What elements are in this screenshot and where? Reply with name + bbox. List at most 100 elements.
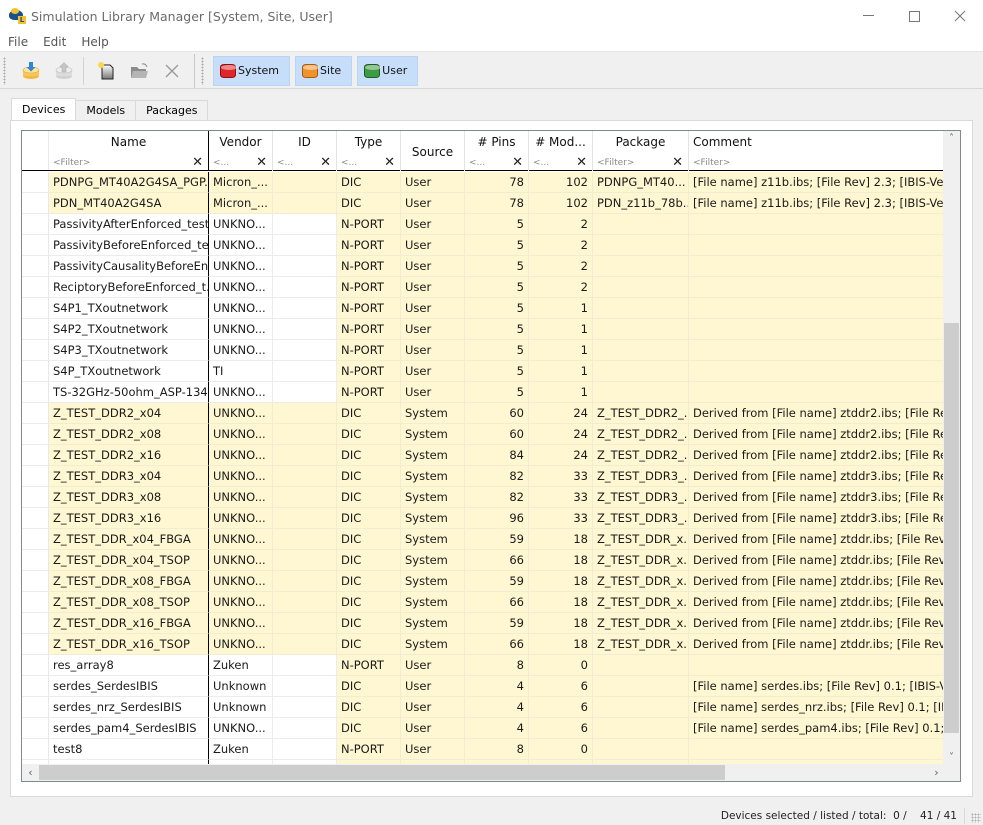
cell-source[interactable]: User <box>401 676 465 697</box>
table-row[interactable]: test8 Zuken N-PORT User 8 0 <box>22 739 960 760</box>
cell-comment[interactable] <box>689 298 944 319</box>
cell-type[interactable]: N-PORT <box>337 382 401 403</box>
table-row[interactable]: PassivityCausalityBeforeEn... UNKNO... N-P… <box>22 256 960 277</box>
cell-source[interactable]: User <box>401 298 465 319</box>
cell-id[interactable] <box>273 613 337 634</box>
cell-source[interactable]: User <box>401 340 465 361</box>
cell-type[interactable]: N-PORT <box>337 277 401 298</box>
cell-vendor[interactable]: UNKNO... <box>209 718 273 739</box>
cell-type[interactable]: DIC <box>337 445 401 466</box>
filter-input-models[interactable]: <... <box>533 158 549 168</box>
cell-vendor[interactable]: UNKNO... <box>209 592 273 613</box>
table-row[interactable]: serdes_pam4_SerdesIBIS UNKNO... DIC User 4 6 [… <box>22 718 960 739</box>
horizontal-scroll-thumb[interactable] <box>39 765 725 780</box>
tab-packages[interactable]: Packages <box>135 100 209 120</box>
menu-file[interactable]: File <box>0 35 35 49</box>
column-header-models[interactable]: # Mod... <... ✕ <box>529 131 593 171</box>
cell-comment[interactable] <box>689 361 944 382</box>
cell-pins[interactable]: 84 <box>465 445 529 466</box>
cell-vendor[interactable]: UNKNO... <box>209 571 273 592</box>
import-library-button[interactable] <box>16 56 46 86</box>
cell-models[interactable]: 24 <box>529 403 593 424</box>
cell-models[interactable]: 1 <box>529 319 593 340</box>
cell-vendor[interactable]: UNKNO... <box>209 382 273 403</box>
cell-comment[interactable]: [File name] serdes_pam4.ibs; [File Rev] … <box>689 718 944 739</box>
cell-pins[interactable]: 5 <box>465 277 529 298</box>
cell-name[interactable]: serdes_SerdesIBIS <box>49 676 209 697</box>
row-header[interactable] <box>22 718 49 739</box>
column-header-id[interactable]: ID <... ✕ <box>273 131 337 171</box>
library-system-button[interactable]: System <box>213 55 291 86</box>
cell-comment[interactable] <box>689 655 944 676</box>
cell-id[interactable] <box>273 718 337 739</box>
cell-source[interactable]: System <box>401 403 465 424</box>
clear-filter-icon[interactable]: ✕ <box>256 155 267 170</box>
cell-name[interactable]: TS-32GHz-50ohm_ASP-134... <box>49 382 209 403</box>
cell-source[interactable]: System <box>401 634 465 655</box>
table-row[interactable]: Z_TEST_DDR2_x04 UNKNO... DIC System 60 24 Z_TE… <box>22 403 960 424</box>
table-row[interactable]: Z_TEST_DDR2_x16 UNKNO... DIC System 84 24 Z_TE… <box>22 445 960 466</box>
table-row[interactable]: serdes_SerdesIBIS Unknown DIC User 4 6 [File n… <box>22 676 960 697</box>
cell-source[interactable]: System <box>401 592 465 613</box>
cell-source[interactable]: User <box>401 319 465 340</box>
cell-models[interactable]: 24 <box>529 445 593 466</box>
table-row[interactable]: TS-32GHz-50ohm_ASP-134... UNKNO... N-PORT U… <box>22 382 960 403</box>
column-header-comment[interactable]: Comment <Filter> <box>689 131 944 171</box>
cell-type[interactable]: DIC <box>337 718 401 739</box>
cell-type[interactable]: DIC <box>337 193 401 214</box>
cell-comment[interactable]: Derived from [File name] ztddr.ibs; [Fil… <box>689 571 944 592</box>
cell-pins[interactable]: 59 <box>465 571 529 592</box>
row-header[interactable] <box>22 445 49 466</box>
cell-name[interactable]: S4P1_TXoutnetwork <box>49 298 209 319</box>
cell-type[interactable]: DIC <box>337 592 401 613</box>
row-header[interactable] <box>22 382 49 403</box>
cell-pins[interactable]: 5 <box>465 382 529 403</box>
table-row[interactable]: ReciptoryBeforeEnforced_t... UNKNO... N-PO… <box>22 277 960 298</box>
cell-type[interactable]: DIC <box>337 634 401 655</box>
cell-vendor[interactable]: UNKNO... <box>209 529 273 550</box>
table-row[interactable]: Z_TEST_DDR3_x04 UNKNO... DIC System 82 33 Z_TE… <box>22 466 960 487</box>
cell-vendor[interactable]: Unknown <box>209 676 273 697</box>
cell-comment[interactable] <box>689 256 944 277</box>
cell-package[interactable] <box>593 697 689 718</box>
cell-type[interactable]: N-PORT <box>337 739 401 760</box>
cell-package[interactable]: Z_TEST_DDR3_... <box>593 487 689 508</box>
cell-type[interactable]: DIC <box>337 508 401 529</box>
cell-type[interactable]: N-PORT <box>337 235 401 256</box>
cell-pins[interactable]: 5 <box>465 235 529 256</box>
new-button[interactable] <box>91 56 121 86</box>
cell-pins[interactable]: 5 <box>465 361 529 382</box>
column-header-source[interactable]: Source <box>401 131 465 171</box>
cell-pins[interactable]: 5 <box>465 319 529 340</box>
table-row[interactable]: Z_TEST_DDR2_x08 UNKNO... DIC System 60 24 Z_TE… <box>22 424 960 445</box>
cell-type[interactable]: N-PORT <box>337 655 401 676</box>
cell-name[interactable]: Z_TEST_DDR_x04_FBGA <box>49 529 209 550</box>
cell-comment[interactable]: Derived from [File name] ztddr.ibs; [Fil… <box>689 529 944 550</box>
cell-models[interactable]: 18 <box>529 550 593 571</box>
cell-id[interactable] <box>273 487 337 508</box>
cell-package[interactable] <box>593 319 689 340</box>
column-header-name[interactable]: ^ Name <Filter> ✕ <box>49 131 209 171</box>
cell-models[interactable]: 1 <box>529 361 593 382</box>
cell-id[interactable] <box>273 256 337 277</box>
cell-package[interactable] <box>593 235 689 256</box>
cell-name[interactable]: Z_TEST_DDR_x08_TSOP <box>49 592 209 613</box>
cell-package[interactable] <box>593 718 689 739</box>
cell-vendor[interactable]: UNKNO... <box>209 445 273 466</box>
cell-id[interactable] <box>273 235 337 256</box>
table-row[interactable]: S4P_TXoutnetwork TI N-PORT User 5 1 <box>22 361 960 382</box>
cell-comment[interactable] <box>689 277 944 298</box>
cell-source[interactable]: System <box>401 466 465 487</box>
cell-models[interactable]: 18 <box>529 613 593 634</box>
cell-type[interactable]: N-PORT <box>337 361 401 382</box>
cell-comment[interactable] <box>689 319 944 340</box>
resize-grip-icon[interactable] <box>971 813 981 823</box>
filter-input-name[interactable]: <Filter> <box>53 158 90 168</box>
cell-id[interactable] <box>273 697 337 718</box>
row-header[interactable] <box>22 613 49 634</box>
cell-comment[interactable]: Derived from [File name] ztddr3.ibs; [Fi… <box>689 466 944 487</box>
cell-type[interactable]: DIC <box>337 172 401 193</box>
cell-vendor[interactable]: UNKNO... <box>209 298 273 319</box>
cell-vendor[interactable]: UNKNO... <box>209 508 273 529</box>
cell-type[interactable]: N-PORT <box>337 214 401 235</box>
